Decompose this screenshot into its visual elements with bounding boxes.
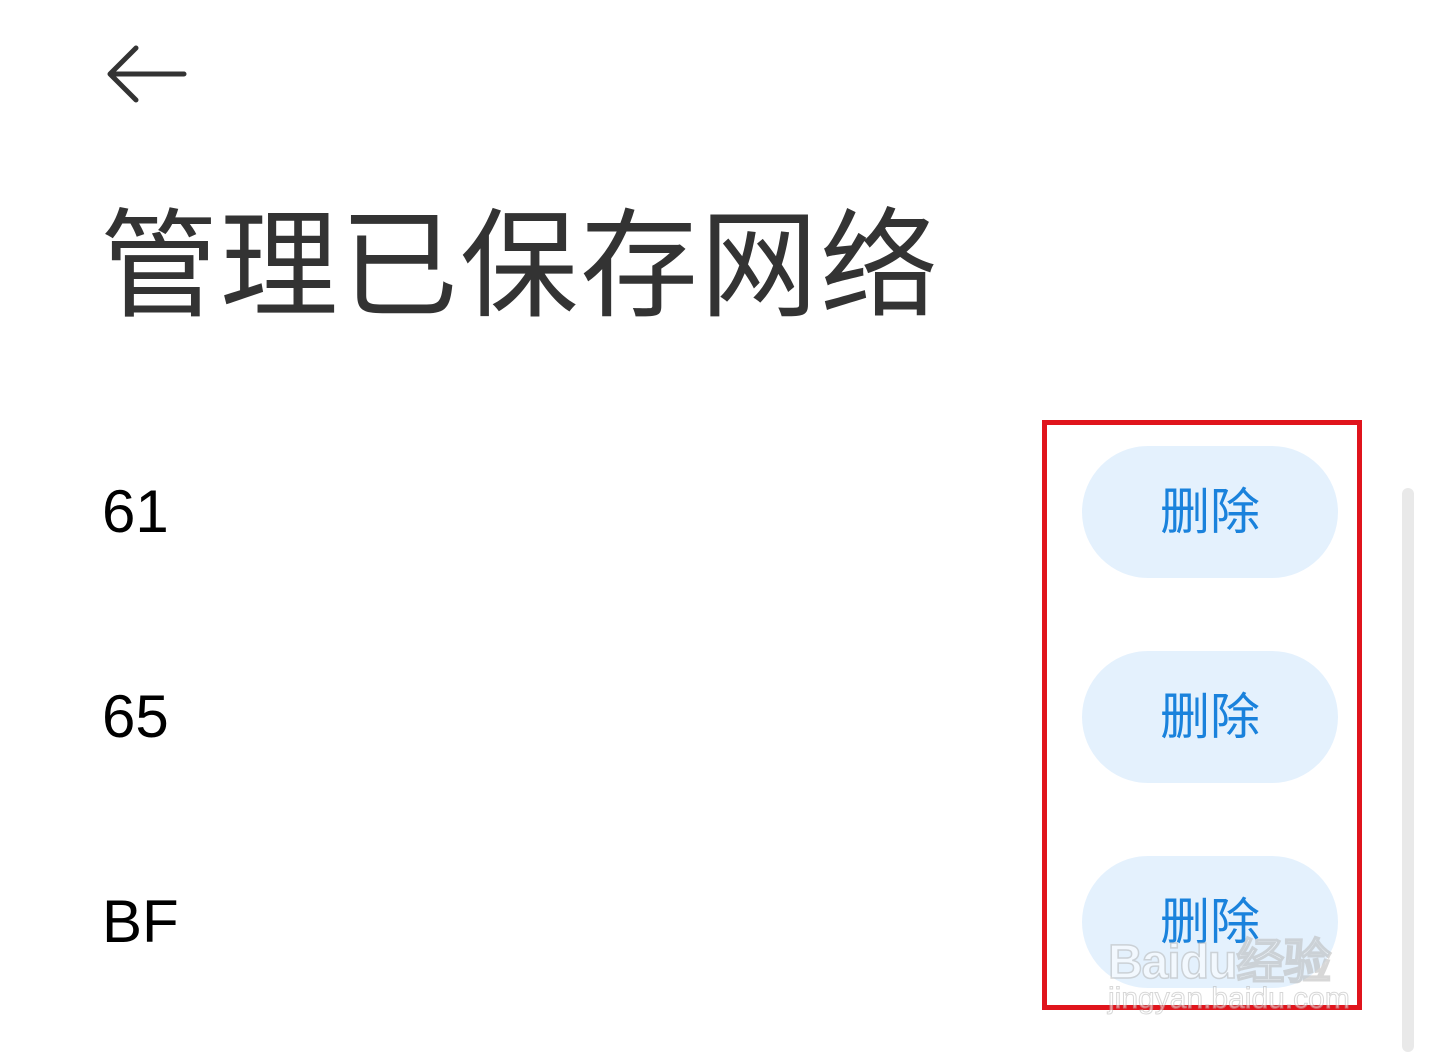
saved-networks-screen: 管理已保存网络 61 删除 65 删除 BF 删除 Baidu经验 jingya… [0,0,1440,1052]
list-item: BF 删除 [0,856,1440,988]
network-name: 65 [102,683,169,750]
network-name: 61 [102,478,169,545]
list-item: 61 删除 [0,446,1440,578]
delete-button[interactable]: 删除 [1082,651,1338,783]
list-item: 65 删除 [0,651,1440,783]
page-title: 管理已保存网络 [100,197,941,335]
scrollbar[interactable] [1402,488,1414,1052]
delete-button[interactable]: 删除 [1082,856,1338,988]
arrow-left-icon [107,45,187,103]
network-name: BF [102,888,179,955]
back-button[interactable] [96,36,196,112]
delete-button[interactable]: 删除 [1082,446,1338,578]
